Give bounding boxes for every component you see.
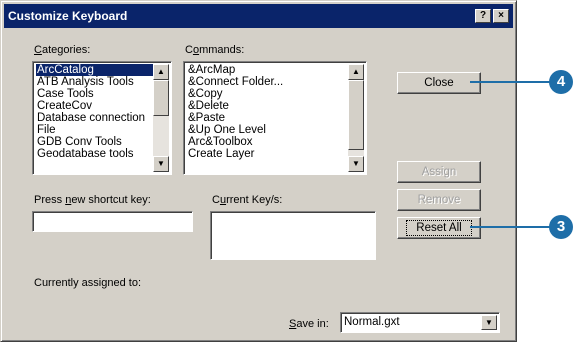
reset-all-button[interactable]: Reset All	[397, 217, 481, 239]
command-item[interactable]: &ArcMap	[187, 64, 348, 76]
commands-label: Commands:	[185, 44, 245, 56]
category-item[interactable]: ArcCatalog	[36, 64, 153, 76]
callout-line-reset	[470, 226, 550, 228]
scroll-up-icon[interactable]: ▲	[153, 64, 169, 80]
category-item[interactable]: ATB Analysis Tools	[36, 76, 153, 88]
scroll-thumb[interactable]	[348, 80, 364, 150]
window-close-button[interactable]: ×	[493, 9, 509, 23]
currently-assigned-label: Currently assigned to:	[34, 277, 141, 289]
callout-step-4: 4	[549, 70, 573, 94]
help-button[interactable]: ?	[475, 9, 491, 23]
shortcut-input[interactable]	[32, 211, 193, 232]
category-item[interactable]: GDB Conv Tools	[36, 136, 153, 148]
command-item[interactable]: Arc&Toolbox	[187, 136, 348, 148]
command-item[interactable]: &Paste	[187, 112, 348, 124]
assign-button[interactable]: Assign	[397, 161, 481, 183]
save-in-value: Normal.gxt	[344, 316, 400, 328]
categories-scrollbar[interactable]: ▲ ▼	[153, 64, 169, 172]
callout-line-close	[470, 81, 550, 83]
callout-step-3: 3	[549, 215, 573, 239]
scroll-down-icon[interactable]: ▼	[153, 156, 169, 172]
scroll-down-icon[interactable]: ▼	[348, 156, 364, 172]
category-item[interactable]: Case Tools	[36, 88, 153, 100]
window-title: Customize Keyboard	[8, 9, 128, 23]
current-keys-list[interactable]	[210, 211, 376, 260]
shortcut-label: Press new shortcut key:	[34, 194, 151, 206]
scroll-up-icon[interactable]: ▲	[348, 64, 364, 80]
remove-button[interactable]: Remove	[397, 189, 481, 211]
scroll-thumb[interactable]	[153, 80, 169, 116]
command-item[interactable]: &Copy	[187, 88, 348, 100]
command-item[interactable]: &Delete	[187, 100, 348, 112]
commands-list[interactable]: &ArcMap &Connect Folder... &Copy &Delete &Pa…	[183, 61, 367, 175]
title-bar: Customize Keyboard	[4, 4, 513, 28]
command-item[interactable]: &Connect Folder...	[187, 76, 348, 88]
categories-list[interactable]: ArcCatalog ATB Analysis Tools Case Tools Cr…	[32, 61, 172, 175]
save-in-select[interactable]: Normal.gxt ▼	[340, 312, 500, 333]
command-item[interactable]: &Up One Level	[187, 124, 348, 136]
customize-keyboard-dialog: Customize Keyboard ? × Categories: ArcCa…	[0, 0, 517, 342]
commands-scrollbar[interactable]: ▲ ▼	[348, 64, 364, 172]
category-item[interactable]: Geodatabase tools	[36, 148, 153, 160]
category-item[interactable]: File	[36, 124, 153, 136]
categories-label: Categories:	[34, 44, 91, 56]
command-item[interactable]: Create Layer	[187, 148, 348, 160]
save-in-label: Save in:	[289, 318, 329, 330]
close-button[interactable]: Close	[397, 72, 481, 94]
category-item[interactable]: Database connection	[36, 112, 153, 124]
chevron-down-icon[interactable]: ▼	[481, 315, 497, 330]
category-item[interactable]: CreateCov	[36, 100, 153, 112]
current-keys-label: Current Key/s:	[212, 194, 283, 206]
